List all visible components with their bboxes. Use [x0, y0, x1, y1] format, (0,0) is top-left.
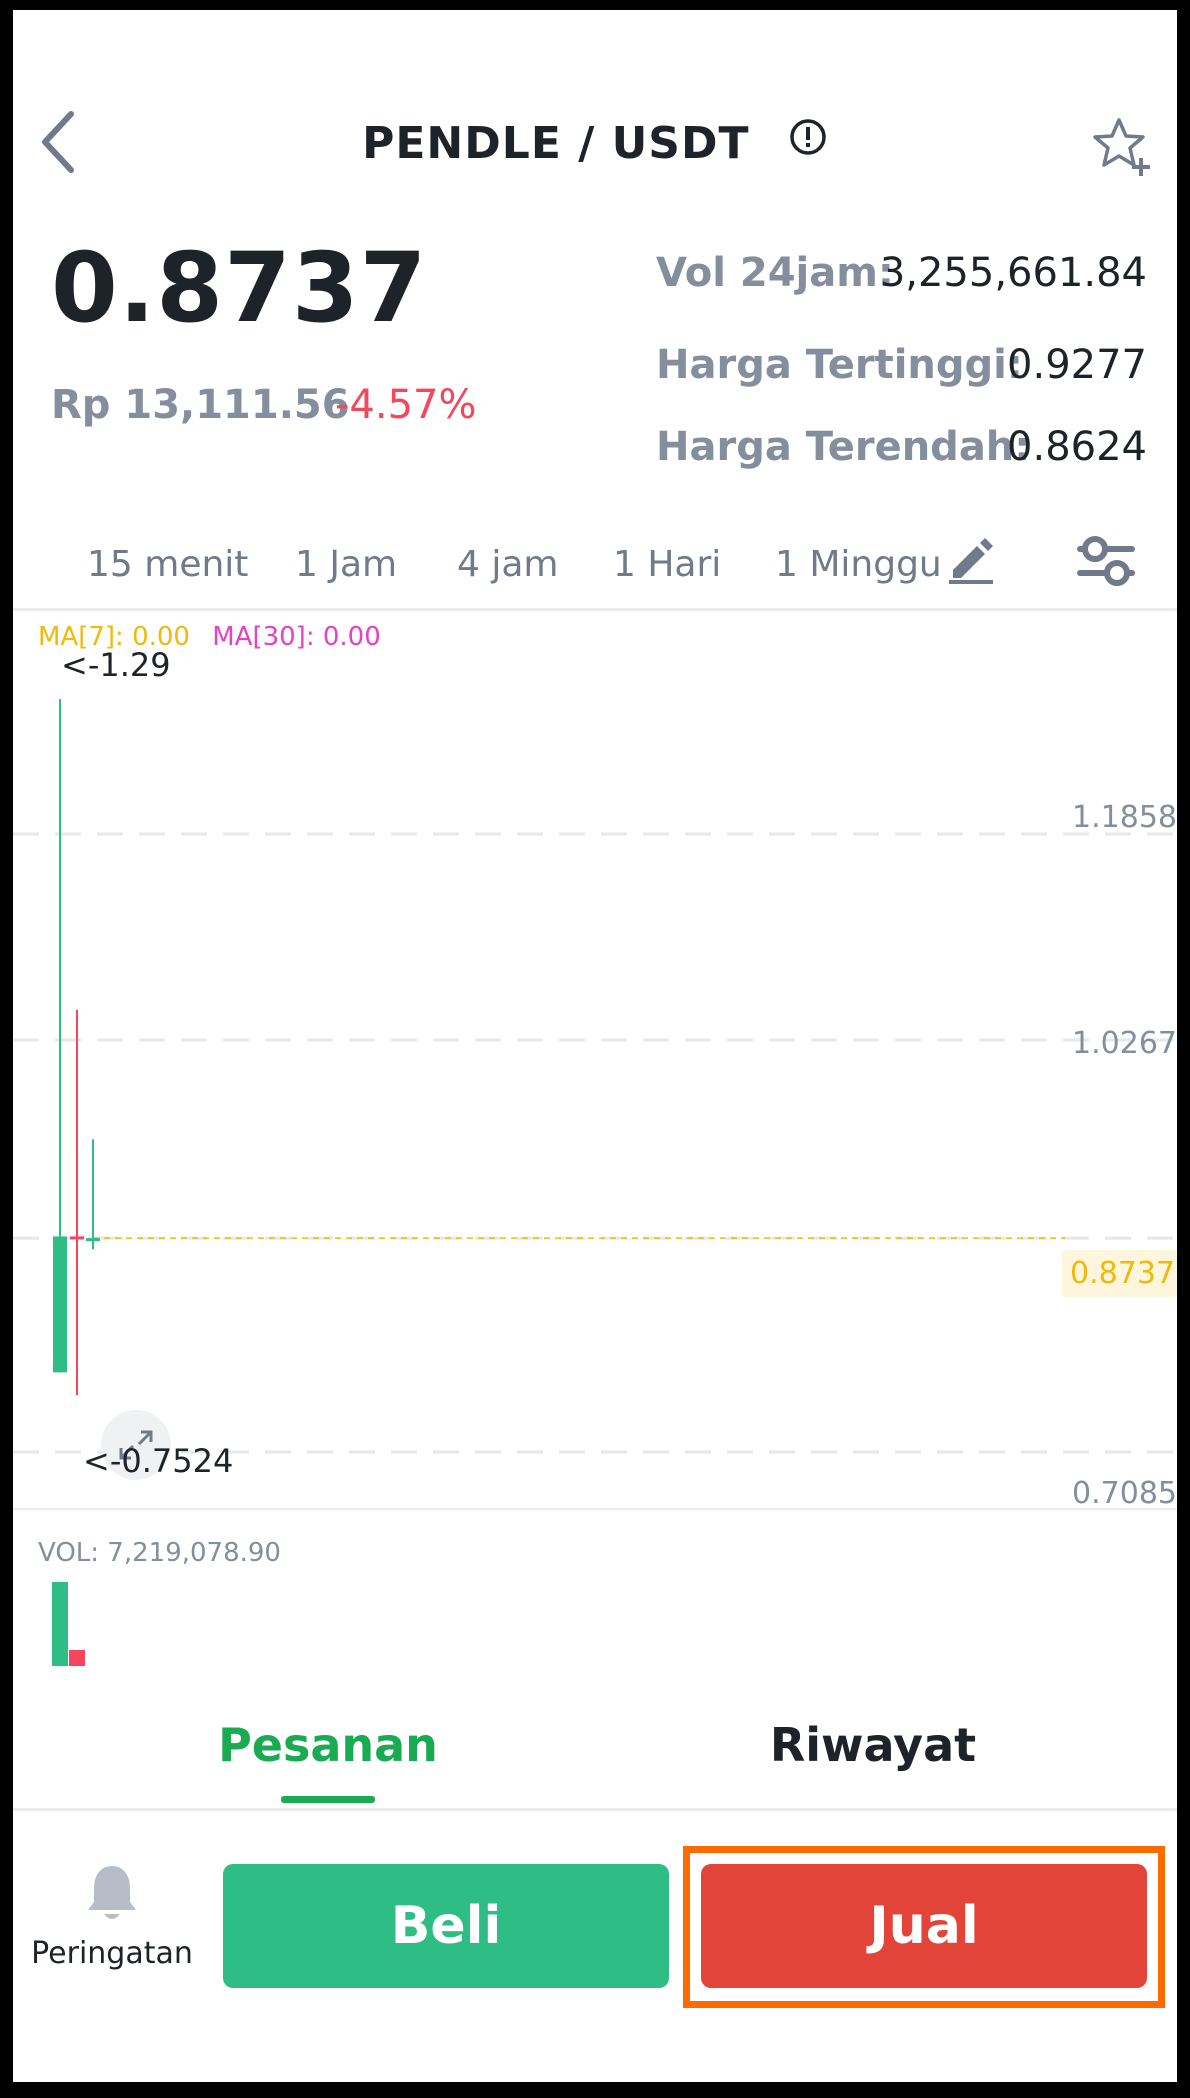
divider: [13, 1808, 1177, 1811]
tab-history[interactable]: Riwayat: [653, 1718, 1093, 1772]
candle-body-2: [86, 1238, 100, 1242]
stat-value-high: 0.9277: [1007, 342, 1147, 388]
pair-name: PENDLE / USDT: [362, 118, 750, 169]
kline-chart[interactable]: [13, 612, 1177, 1666]
page-title: PENDLE / USDT: [13, 118, 1177, 169]
price-tick-4: 0.7085: [1072, 1476, 1177, 1511]
tab-4-hour[interactable]: 4 jam: [457, 544, 558, 585]
sliders-icon[interactable]: [1073, 530, 1139, 592]
stat-label-volume: Vol 24jam:: [656, 250, 894, 296]
last-price: 0.8737: [51, 232, 428, 344]
stat-label-high: Harga Tertinggi:: [656, 342, 1023, 388]
sell-button[interactable]: Jual: [701, 1864, 1147, 1988]
divider: [13, 608, 1177, 611]
tab-1-hour[interactable]: 1 Jam: [295, 544, 397, 585]
ma30-label: MA[30]: 0.00: [212, 622, 381, 652]
bell-icon: [88, 1866, 136, 1919]
star-add-icon: [1093, 118, 1150, 176]
stat-label-low: Harga Terendah:: [656, 424, 1031, 470]
price-tick-1: 1.1858: [1072, 800, 1177, 835]
alert-label: Peringatan: [31, 1936, 193, 1971]
high-marker-label: <-1.29: [61, 646, 171, 684]
favorite-button[interactable]: [1091, 114, 1157, 180]
tab-orders[interactable]: Pesanan: [13, 1718, 643, 1772]
volume-divider: [13, 1508, 1177, 1510]
price-tick-2: 1.0267: [1072, 1026, 1177, 1061]
tab-1-week[interactable]: 1 Minggu: [775, 544, 942, 585]
volume-bar-1: [69, 1650, 85, 1666]
tab-15-min[interactable]: 15 menit: [87, 544, 248, 585]
current-price-tag: 0.8737: [1062, 1250, 1177, 1297]
stat-value-volume: 3,255,661.84: [879, 250, 1147, 296]
fiat-price: Rp 13,111.56: [51, 382, 350, 428]
price-alert-button[interactable]: Peringatan: [31, 1862, 193, 2002]
price-change-percent: -4.57%: [335, 382, 477, 428]
volume-bar-0: [52, 1582, 68, 1666]
volume-label: VOL: 7,219,078.90: [38, 1538, 281, 1568]
screen: PENDLE / USDT 0.8737 Rp 13,111.56 -4.57%…: [13, 10, 1177, 2082]
pencil-icon[interactable]: [943, 530, 999, 586]
buy-button[interactable]: Beli: [223, 1864, 669, 1988]
candle-body-0: [53, 1236, 67, 1373]
tab-1-day[interactable]: 1 Hari: [613, 544, 721, 585]
candle-body-1: [70, 1236, 84, 1240]
info-icon[interactable]: [788, 117, 828, 168]
low-marker-label: <-0.7524: [83, 1442, 234, 1480]
stat-value-low: 0.8624: [1007, 424, 1147, 470]
active-tab-indicator: [281, 1796, 375, 1803]
